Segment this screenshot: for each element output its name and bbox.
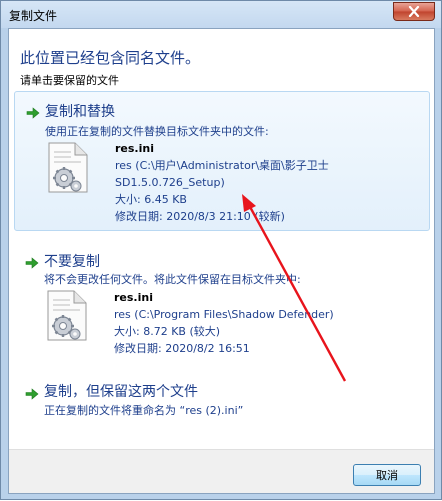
option-copy-and-replace[interactable]: 复制和替换 使用正在复制的文件替换目标文件夹中的文件: res.ini res … [14,91,430,231]
option-description: 正在复制的文件将重命名为 “res (2).ini” [44,404,244,417]
conflict-heading: 此位置已经包含同名文件。 [20,49,201,67]
ini-file-gear-icon [47,290,87,341]
title-bar[interactable]: 复制文件 [1,1,441,28]
copy-file-dialog: 复制文件 此位置已经包含同名文件。 请单击要保留的文件 复制和替换 使用正在复制… [0,0,442,500]
option-keep-both[interactable]: 复制，但保留这两个文件 正在复制的文件将重命名为 “res (2).ini” [14,375,430,425]
file-name: res.ini [114,291,153,304]
file-path: res (C:\用户\Administrator\桌面\影子卫士 [115,159,329,172]
conflict-instruction: 请单击要保留的文件 [20,74,119,87]
option-description: 使用正在复制的文件替换目标文件夹中的文件: [45,125,269,138]
file-size: 大小: 6.45 KB [115,193,187,206]
file-modified-date: 修改日期: 2020/8/3 21:10 (较新) [115,210,285,223]
file-size: 大小: 8.72 KB (较大) [114,325,221,338]
button-bar: 取消 [9,449,434,493]
option-description: 将不会更改任何文件。将此文件保留在目标文件夹中: [44,273,301,286]
option-title: 复制，但保留这两个文件 [44,384,198,400]
file-modified-date: 修改日期: 2020/8/2 16:51 [114,342,250,355]
option-dont-copy[interactable]: 不要复制 将不会更改任何文件。将此文件保留在目标文件夹中: res.ini re… [14,245,430,365]
option-title: 不要复制 [44,254,100,270]
green-arrow-icon [25,388,39,400]
dialog-content: 此位置已经包含同名文件。 请单击要保留的文件 复制和替换 使用正在复制的文件替换… [8,28,435,494]
file-path-continued: SD1.5.0.726_Setup) [115,176,225,189]
file-name: res.ini [115,142,154,155]
file-path: res (C:\Program Files\Shadow Defender) [114,308,334,321]
file-details: res.ini res (C:\用户\Administrator\桌面\影子卫士… [115,140,329,225]
cancel-button[interactable]: 取消 [353,464,421,486]
file-details: res.ini res (C:\Program Files\Shadow Def… [114,289,334,357]
close-icon [408,6,420,17]
green-arrow-icon [25,257,39,269]
window-title: 复制文件 [9,9,58,23]
ini-file-gear-icon [48,142,88,193]
green-arrow-icon [26,107,40,119]
close-button[interactable] [393,2,435,21]
option-title: 复制和替换 [45,104,115,120]
